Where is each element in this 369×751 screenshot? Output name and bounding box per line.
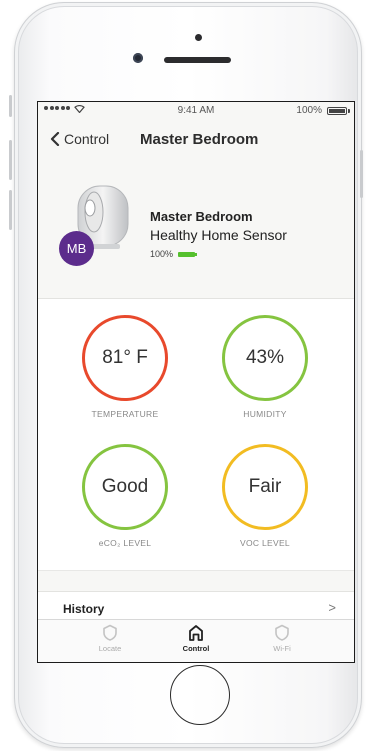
humidity-ring: 43%: [222, 315, 308, 401]
tab-control-label: Control: [182, 644, 210, 653]
back-label: Control: [64, 131, 110, 147]
temperature-metric[interactable]: 81° F TEMPERATURE: [65, 315, 185, 419]
volume-down-button: [9, 190, 12, 230]
history-row[interactable]: History >: [38, 591, 354, 622]
voc-metric[interactable]: Fair VOC LEVEL: [205, 444, 325, 548]
front-camera: [133, 53, 143, 63]
volume-up-button: [9, 140, 12, 180]
device-battery: 100%: [150, 249, 198, 259]
home-button[interactable]: [170, 665, 230, 725]
temperature-ring: 81° F: [82, 315, 168, 401]
humidity-label: HUMIDITY: [243, 409, 287, 419]
device-battery-percent: 100%: [150, 249, 174, 259]
status-bar: 9:41 AM 100%: [38, 102, 354, 120]
humidity-metric[interactable]: 43% HUMIDITY: [205, 315, 325, 419]
eco2-metric[interactable]: Good eCO₂ LEVEL: [65, 444, 185, 548]
tab-bar: Locate Control Wi-Fi: [38, 619, 354, 662]
tab-wifi-label: Wi-Fi: [273, 644, 291, 653]
temperature-label: TEMPERATURE: [91, 409, 159, 419]
earpiece-speaker: [164, 57, 231, 63]
page-title: Master Bedroom: [140, 131, 259, 148]
nav-bar: Control Master Bedroom: [38, 120, 354, 163]
voc-label: VOC LEVEL: [240, 538, 290, 548]
tab-wifi[interactable]: Wi-Fi: [247, 624, 317, 653]
status-battery-percent: 100%: [296, 105, 322, 116]
battery-icon: [327, 107, 347, 115]
avatar: MB: [59, 231, 94, 266]
device-card: MB Master Bedroom Healthy Home Sensor 10…: [38, 162, 354, 299]
device-name: Master Bedroom: [150, 209, 253, 224]
proximity-sensor: [195, 34, 202, 41]
chevron-right-icon: >: [328, 600, 336, 615]
tab-control[interactable]: Control: [161, 624, 231, 653]
eco2-label: eCO₂ LEVEL: [98, 538, 152, 548]
tab-locate-label: Locate: [98, 644, 122, 653]
history-label: History: [63, 602, 105, 616]
phone-screen: 9:41 AM 100% Control Master Bedroom MB M…: [37, 101, 355, 663]
tab-locate[interactable]: Locate: [75, 624, 145, 653]
battery-level-icon: [178, 251, 198, 257]
shield-icon: [103, 624, 117, 641]
battery-tip: [348, 109, 350, 113]
mute-switch: [9, 95, 12, 117]
history-section: History >: [38, 570, 354, 622]
chevron-left-icon: [50, 132, 60, 146]
voc-ring: Fair: [222, 444, 308, 530]
device-type: Healthy Home Sensor: [150, 227, 287, 243]
shield-icon: [275, 624, 289, 641]
power-button: [360, 150, 363, 198]
eco2-ring: Good: [82, 444, 168, 530]
back-button[interactable]: Control: [50, 131, 109, 147]
house-icon: [189, 625, 203, 641]
